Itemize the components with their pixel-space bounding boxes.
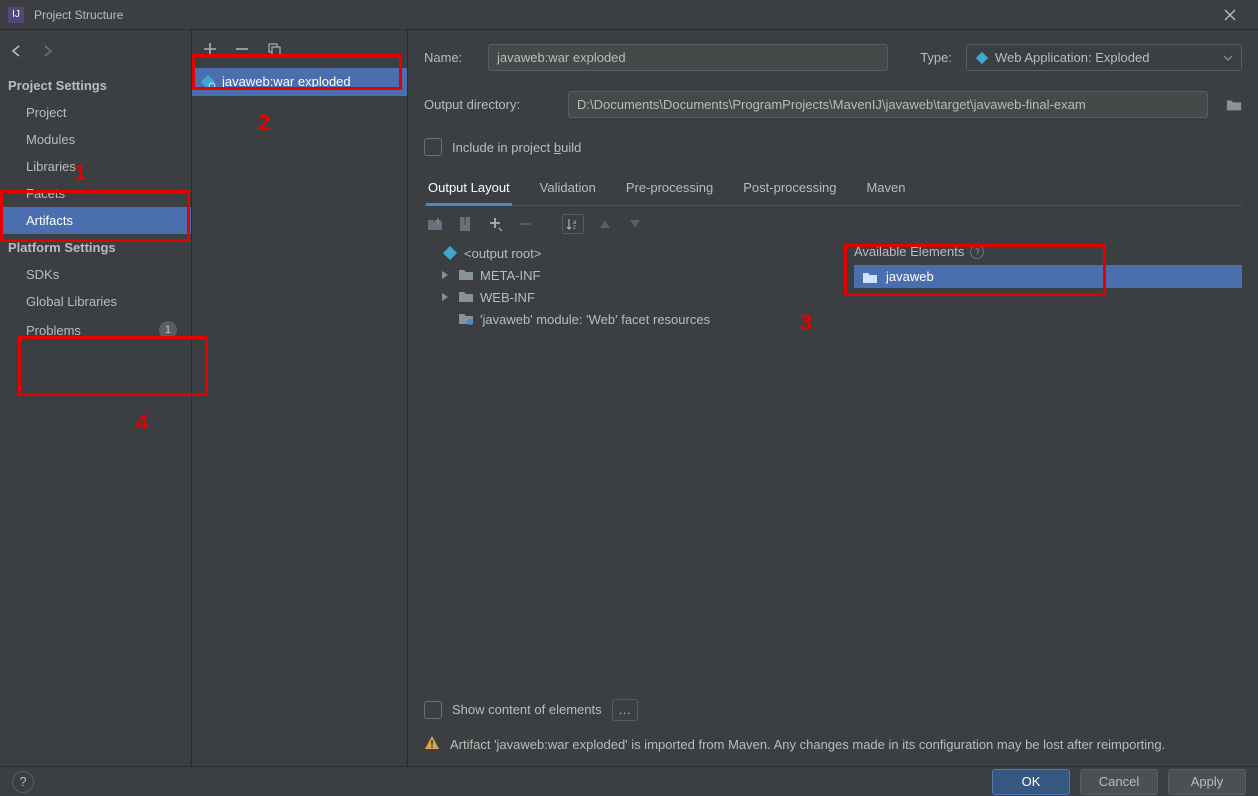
include-build-checkbox[interactable] [424, 138, 442, 156]
problems-count-badge: 1 [159, 321, 177, 339]
apply-button[interactable]: Apply [1168, 769, 1246, 795]
nav-item-facets[interactable]: Facets [0, 180, 191, 207]
nav-section-platform-settings: Platform Settings [0, 234, 191, 261]
nav-forward-button[interactable] [38, 42, 56, 60]
show-content-label: Show content of elements [452, 702, 602, 717]
cancel-button[interactable]: Cancel [1080, 769, 1158, 795]
warning-text: Artifact 'javaweb:war exploded' is impor… [450, 735, 1165, 755]
new-archive-button[interactable] [456, 215, 474, 233]
warning-row: Artifact 'javaweb:war exploded' is impor… [424, 727, 1242, 767]
output-layout-area: <output root> META-INF [424, 242, 1242, 687]
help-button[interactable]: ? [12, 771, 34, 793]
outputdir-input[interactable] [568, 91, 1208, 118]
artifact-list-item[interactable]: javaweb:war exploded [192, 68, 407, 96]
window-close-button[interactable] [1210, 0, 1250, 30]
tree-node-label: WEB-INF [480, 290, 535, 305]
name-label: Name: [424, 50, 474, 65]
available-element-label: javaweb [886, 269, 934, 284]
module-folder-icon [862, 270, 878, 284]
tab-validation[interactable]: Validation [538, 174, 598, 205]
bottom-strip: Show content of elements … Artifact 'jav… [424, 687, 1242, 767]
show-content-row: Show content of elements … [424, 693, 1242, 727]
folder-icon [458, 289, 474, 305]
add-artifact-button[interactable] [202, 41, 218, 57]
ok-button[interactable]: OK [992, 769, 1070, 795]
tree-root-label: <output root> [464, 246, 541, 261]
artifact-detail-panel: Name: Type: Web Application: Exploded Ou… [408, 30, 1258, 766]
nav-item-problems[interactable]: Problems 1 [0, 315, 191, 345]
artifacts-toolbar [192, 30, 407, 68]
nav-item-artifacts[interactable]: Artifacts [0, 207, 191, 234]
outputdir-label: Output directory: [424, 97, 554, 112]
include-build-row: Include in project build [424, 138, 1242, 156]
tree-node-webinf[interactable]: WEB-INF [424, 286, 844, 308]
copy-artifact-button[interactable] [266, 41, 282, 57]
tree-root[interactable]: <output root> [424, 242, 844, 264]
available-elements-panel: Available Elements ? javaweb [854, 242, 1242, 687]
dialog-footer: ? OK Cancel Apply [0, 766, 1258, 796]
artifacts-list-panel: javaweb:war exploded [192, 30, 408, 766]
artifact-icon [200, 74, 216, 90]
nav-item-libraries[interactable]: Libraries [0, 153, 191, 180]
type-label: Type: [920, 50, 952, 65]
tab-output-layout[interactable]: Output Layout [426, 174, 512, 205]
facet-resource-icon [458, 311, 474, 327]
nav-item-modules[interactable]: Modules [0, 126, 191, 153]
remove-artifact-button[interactable] [234, 41, 250, 57]
titlebar: IJ Project Structure [0, 0, 1258, 30]
nav-history-arrows [0, 36, 191, 72]
show-content-more-button[interactable]: … [612, 699, 638, 721]
main-area: Project Settings Project Modules Librari… [0, 30, 1258, 766]
artifact-type-select[interactable]: Web Application: Exploded [966, 44, 1242, 71]
tab-post-processing[interactable]: Post-processing [741, 174, 838, 205]
nav-item-global-libraries[interactable]: Global Libraries [0, 288, 191, 315]
expand-arrow-icon[interactable] [440, 292, 452, 302]
nav-back-button[interactable] [8, 42, 26, 60]
available-element-item[interactable]: javaweb [854, 265, 1242, 288]
folder-icon [458, 267, 474, 283]
tab-maven[interactable]: Maven [864, 174, 907, 205]
chevron-down-icon [1223, 53, 1233, 63]
tree-node-label: 'javaweb' module: 'Web' facet resources [480, 312, 710, 327]
output-root-icon [442, 245, 458, 261]
tab-pre-processing[interactable]: Pre-processing [624, 174, 715, 205]
remove-output-button[interactable] [516, 215, 534, 233]
move-up-button[interactable] [596, 215, 614, 233]
sort-az-button[interactable]: az [562, 214, 584, 234]
move-down-button[interactable] [626, 215, 644, 233]
tree-node-facet[interactable]: 'javaweb' module: 'Web' facet resources [424, 308, 844, 330]
artifact-item-label: javaweb:war exploded [222, 74, 351, 90]
expand-arrow-icon[interactable] [440, 270, 452, 280]
nav-section-project-settings: Project Settings [0, 72, 191, 99]
svg-text:z: z [573, 225, 576, 230]
nav-item-sdks[interactable]: SDKs [0, 261, 191, 288]
warning-icon [424, 735, 440, 751]
add-copy-button[interactable] [486, 215, 504, 233]
include-build-label: Include in project build [452, 140, 581, 155]
artifact-name-input[interactable] [488, 44, 888, 71]
tree-node-label: META-INF [480, 268, 540, 283]
nav-problems-label: Problems [26, 323, 81, 338]
help-icon[interactable]: ? [970, 245, 984, 259]
available-elements-header: Available Elements ? [854, 242, 1242, 265]
tree-node-metainf[interactable]: META-INF [424, 264, 844, 286]
artifact-tabs: Output Layout Validation Pre-processing … [424, 174, 1242, 206]
artifact-type-value: Web Application: Exploded [995, 50, 1149, 65]
output-tree: <output root> META-INF [424, 242, 854, 687]
app-icon: IJ [8, 7, 24, 23]
browse-folder-button[interactable] [1226, 97, 1242, 113]
window-title: Project Structure [34, 8, 123, 22]
output-layout-toolbar: az [424, 206, 1242, 242]
new-folder-button[interactable] [426, 215, 444, 233]
show-content-checkbox[interactable] [424, 701, 442, 719]
nav-item-project[interactable]: Project [0, 99, 191, 126]
available-elements-label: Available Elements [854, 244, 964, 259]
left-nav-panel: Project Settings Project Modules Librari… [0, 30, 192, 766]
